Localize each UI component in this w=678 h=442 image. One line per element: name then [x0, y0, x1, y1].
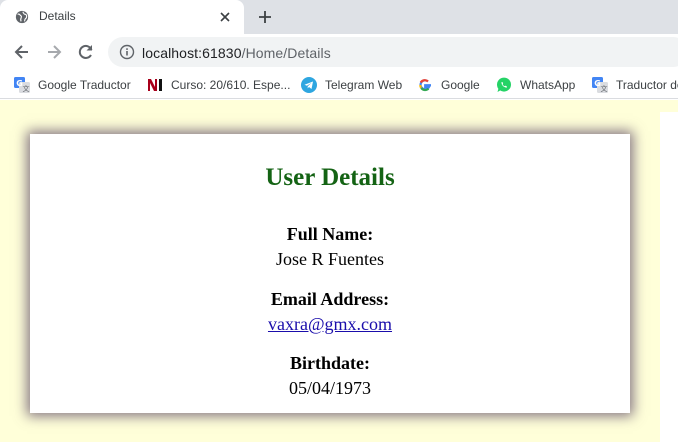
info-icon[interactable] — [119, 44, 135, 60]
bookmark-label: Traductor de — [616, 78, 678, 92]
plus-icon[interactable] — [256, 8, 274, 26]
url-text[interactable]: localhost:61830/Home/Details — [142, 45, 331, 61]
tab-title: Details — [39, 9, 76, 23]
page-side-gutter — [660, 112, 678, 442]
bookmark-telegram-web[interactable]: Telegram Web — [301, 76, 402, 94]
close-icon[interactable] — [217, 9, 233, 25]
email-label: Email Address: — [270, 289, 390, 309]
url-host: localhost:61830 — [142, 45, 242, 61]
globe-icon — [15, 10, 29, 24]
bookmark-label: Google — [441, 78, 480, 92]
birthdate-label: Birthdate: — [290, 353, 370, 373]
svg-text:文: 文 — [23, 84, 30, 93]
bookmark-label: Google Traductor — [38, 78, 131, 92]
bookmark-label: WhatsApp — [520, 78, 576, 92]
svg-text:文: 文 — [601, 84, 608, 93]
tab-strip: Details — [0, 0, 678, 34]
telegram-icon — [301, 77, 317, 93]
google-g-icon — [419, 79, 431, 92]
ni-logo-icon — [148, 79, 162, 91]
bookmark-google-traductor[interactable]: G 文 Google Traductor — [14, 76, 131, 94]
back-arrow-icon[interactable] — [12, 42, 32, 62]
bookmark-whatsapp[interactable]: WhatsApp — [496, 76, 575, 94]
google-translate-icon: G 文 — [592, 77, 608, 93]
address-bar[interactable]: localhost:61830/Home/Details — [108, 37, 678, 67]
birthdate-value: 05/04/1973 — [288, 378, 371, 398]
bookmarks-bar: G 文 Google Traductor Curso: 20/610. Espe… — [0, 70, 678, 99]
full-name-label: Full Name: — [286, 224, 374, 244]
url-path: /Home/Details — [241, 45, 331, 61]
bookmark-curso[interactable]: Curso: 20/610. Espe... — [147, 76, 290, 94]
bookmark-label: Curso: 20/610. Espe... — [171, 78, 291, 92]
page-viewport: User Details Full Name: Jose R Fuentes E… — [0, 100, 678, 442]
google-translate-icon: G 文 — [14, 77, 30, 93]
bookmark-traductor[interactable]: G 文 Traductor de — [592, 76, 678, 94]
page-title: User Details — [265, 164, 395, 191]
bookmark-label: Telegram Web — [325, 78, 403, 92]
full-name-value: Jose R Fuentes — [276, 249, 384, 269]
tab-details[interactable]: Details — [0, 0, 244, 34]
email-value: vaxra@gmx.com — [30, 314, 630, 335]
bookmark-google[interactable]: Google — [417, 76, 480, 94]
user-details-card: User Details Full Name: Jose R Fuentes E… — [30, 134, 630, 413]
email-link[interactable]: vaxra@gmx.com — [268, 314, 392, 334]
forward-arrow-icon[interactable] — [44, 42, 64, 62]
whatsapp-icon — [497, 77, 511, 92]
browser-toolbar: localhost:61830/Home/Details — [0, 34, 678, 70]
reload-icon[interactable] — [76, 42, 96, 62]
